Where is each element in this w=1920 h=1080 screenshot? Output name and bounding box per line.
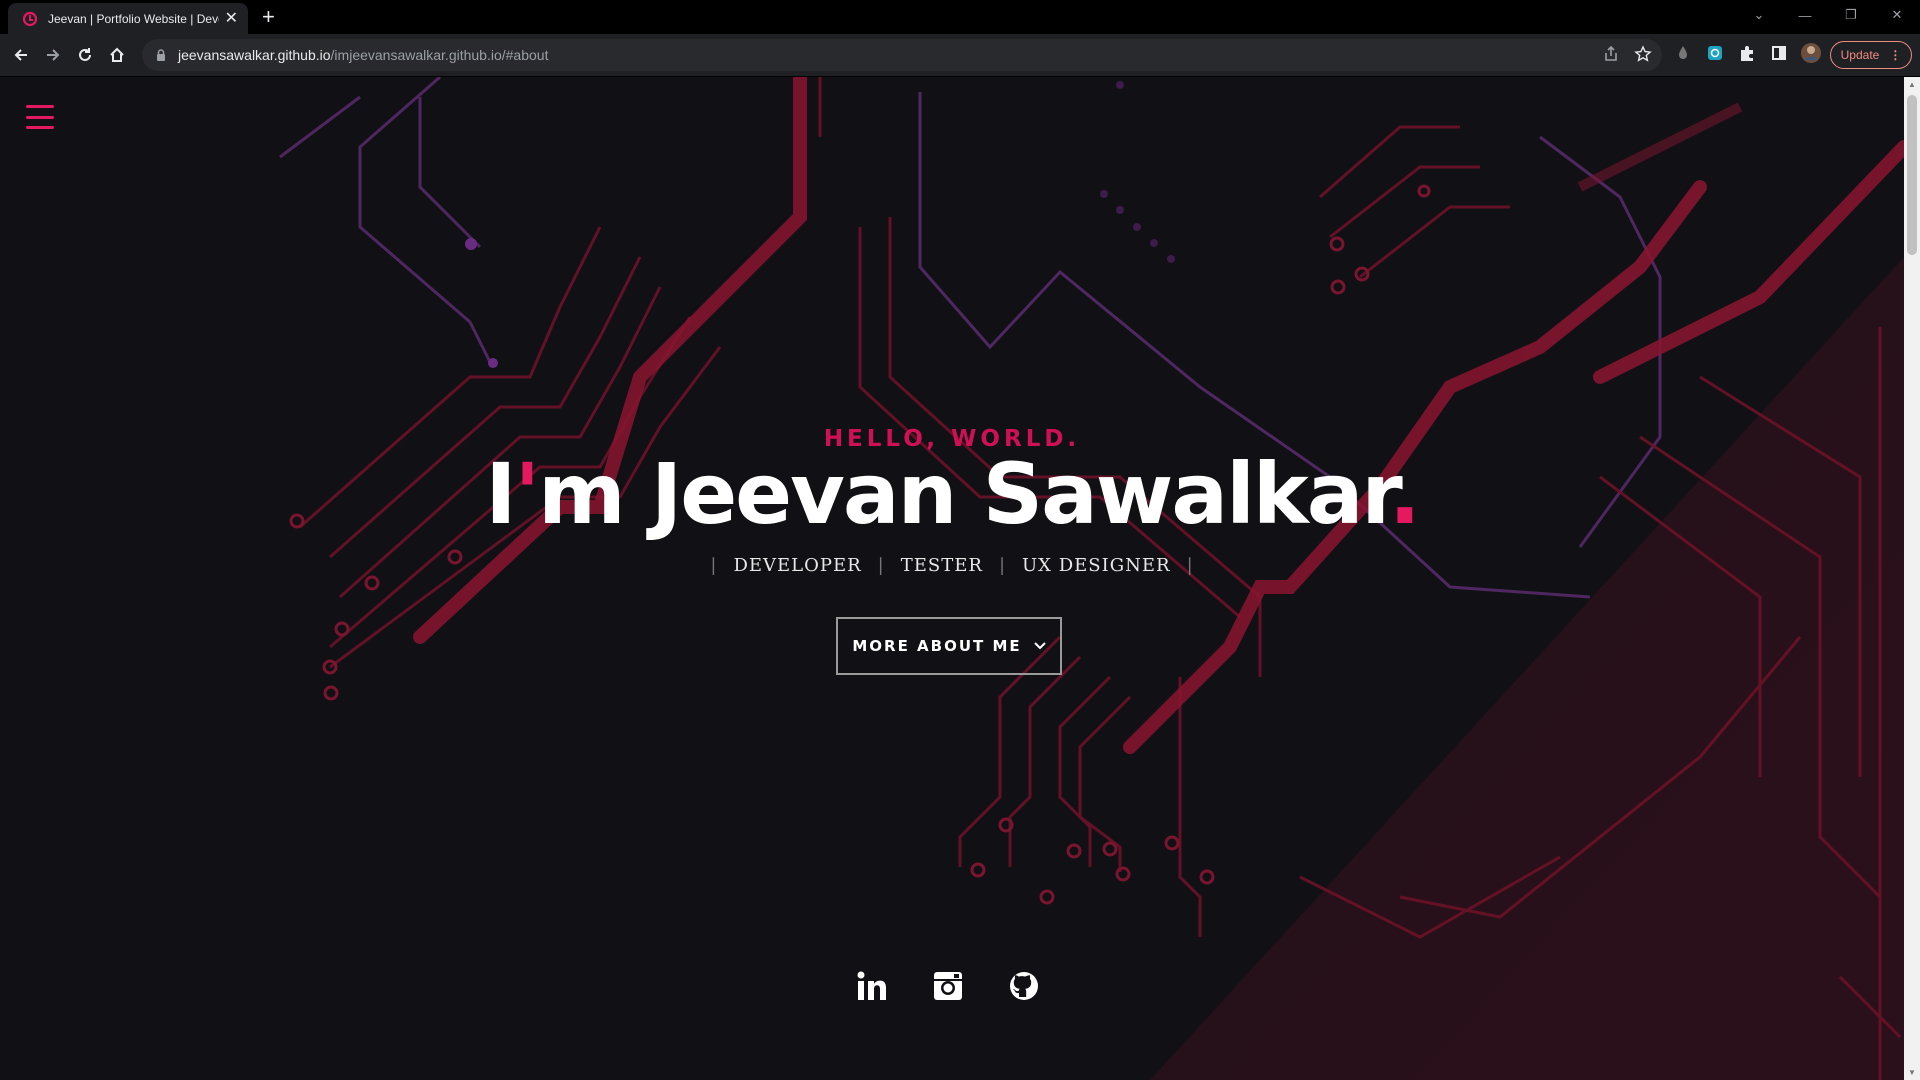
hamburger-menu-icon[interactable] [26,105,54,129]
role-separator: | [877,555,885,576]
hero-name-heading: I'm Jeevan Sawalkar. [0,445,1904,543]
role-ux-designer: UX DESIGNER [1022,555,1171,576]
minimize-icon[interactable]: — [1782,0,1828,30]
close-window-icon[interactable]: ✕ [1874,0,1920,30]
name-accent-dot: . [1388,445,1421,543]
browser-tab[interactable]: Jeevan | Portfolio Website | Deve ✕ [8,3,248,34]
scroll-up-icon[interactable]: ▲ [1908,80,1916,89]
site-favicon-icon [22,11,38,26]
role-separator: | [710,555,718,576]
linkedin-icon[interactable] [855,969,889,1003]
profile-avatar[interactable] [1800,42,1822,64]
social-links [855,969,1041,1003]
name-apostrophe: ' [514,445,540,543]
extension-teal-icon[interactable] [1704,42,1726,64]
address-bar[interactable]: jeevansawalkar.github.io/imjeevansawalka… [142,39,1662,71]
chevron-down-icon [1033,642,1046,650]
page-scrollbar[interactable]: ▲ ▼ [1904,77,1920,1080]
home-icon[interactable] [106,44,128,66]
more-vert-icon[interactable]: ⋮ [1889,48,1901,62]
more-about-me-label: MORE ABOUT ME [852,637,1022,655]
tab-search-icon[interactable]: ⌄ [1736,0,1782,30]
instagram-icon[interactable] [931,969,965,1003]
back-icon[interactable] [10,44,32,66]
browser-tab-strip: Jeevan | Portfolio Website | Deve ✕ + ⌄ … [0,0,1920,34]
share-icon[interactable] [1602,45,1620,63]
role-separator: | [998,555,1007,576]
tab-title: Jeevan | Portfolio Website | Deve [48,11,219,26]
extension-drop-icon[interactable] [1672,42,1694,64]
reload-icon[interactable] [74,44,96,66]
lock-icon [157,49,165,61]
role-separator: | [1186,555,1194,576]
side-panel-icon[interactable] [1768,42,1790,64]
role-tester: TESTER [900,555,983,576]
tab-close-icon[interactable]: ✕ [225,10,238,27]
restore-icon[interactable]: ❐ [1828,0,1874,30]
roles-list: | DEVELOPER | TESTER | UX DESIGNER | [0,555,1904,576]
circuit-background [279,77,1904,1080]
role-developer: DEVELOPER [733,555,862,576]
window-controls: ⌄ — ❐ ✕ [1736,0,1920,30]
extensions-puzzle-icon[interactable] [1736,42,1758,64]
more-about-me-button[interactable]: MORE ABOUT ME [836,617,1062,675]
github-icon[interactable] [1007,969,1041,1003]
name-text: m Jeevan Sawalkar [538,445,1391,543]
browser-toolbar: jeevansawalkar.github.io/imjeevansawalka… [0,34,1920,77]
scrollbar-thumb[interactable] [1907,95,1917,255]
new-tab-icon[interactable]: + [262,6,275,28]
update-button[interactable]: Update ⋮ [1830,41,1912,69]
url-text: jeevansawalkar.github.io/imjeevansawalka… [178,47,549,63]
bookmark-star-icon[interactable] [1634,45,1652,63]
scroll-down-icon[interactable]: ▼ [1908,1068,1916,1077]
forward-icon[interactable] [42,44,64,66]
extensions-area [1672,42,1822,64]
page-viewport: HELLO, WORLD. I'm Jeevan Sawalkar. | DEV… [0,77,1904,1080]
update-label: Update [1840,48,1880,62]
name-first-letter: I [485,445,516,543]
